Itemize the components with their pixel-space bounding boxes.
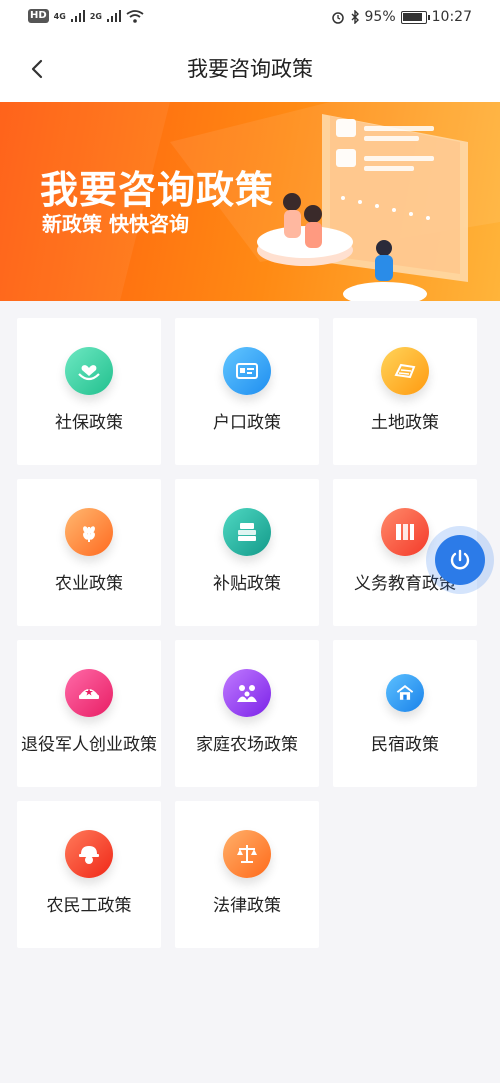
books-icon: [381, 508, 429, 556]
policy-label: 退役军人创业政策: [21, 735, 157, 755]
policy-card-family-farm[interactable]: 家庭农场政策: [175, 640, 319, 787]
military-cap-icon: [65, 669, 113, 717]
policy-card-social-security[interactable]: 社保政策: [17, 318, 161, 465]
helmet-worker-icon: [65, 830, 113, 878]
wifi-icon: [126, 9, 144, 23]
policy-card-legal[interactable]: 法律政策: [175, 801, 319, 948]
alarm-icon: [331, 12, 344, 24]
clock-time: 10:27: [431, 9, 472, 25]
power-icon: [450, 549, 470, 570]
floating-power-button-inner[interactable]: [435, 535, 485, 585]
floating-power-button[interactable]: [426, 526, 494, 594]
hero-banner: 我要咨询政策 新政策 快快咨询: [0, 102, 500, 301]
policy-label: 补贴政策: [213, 574, 281, 594]
policy-card-subsidy[interactable]: 补贴政策: [175, 479, 319, 626]
bluetooth-icon: [351, 10, 359, 24]
nav-bar: 我要咨询政策: [0, 36, 500, 102]
scales-icon: [223, 830, 271, 878]
policy-card-household[interactable]: 户口政策: [175, 318, 319, 465]
land-icon: [381, 347, 429, 395]
banner-subtitle: 新政策 快快咨询: [42, 212, 189, 236]
id-card-icon: [223, 347, 271, 395]
policy-card-agriculture[interactable]: 农业政策: [17, 479, 161, 626]
policy-label: 农民工政策: [46, 896, 132, 916]
policy-card-homestay[interactable]: 民宿政策: [333, 640, 477, 787]
policy-label: 家庭农场政策: [196, 735, 298, 755]
wheat-icon: [65, 508, 113, 556]
battery-icon: [400, 10, 430, 24]
page-title: 我要咨询政策: [187, 57, 313, 81]
network-2g-label: 2G: [89, 11, 102, 21]
policy-label: 法律政策: [213, 896, 281, 916]
status-right: 95% 10:27: [331, 9, 472, 25]
money-stack-icon: [223, 508, 271, 556]
policy-label: 民宿政策: [371, 735, 439, 755]
banner-title: 我要咨询政策: [40, 167, 275, 212]
status-left: HD 4G 2G: [28, 9, 144, 23]
battery-percent: 95%: [364, 9, 396, 25]
signal-icon-2: [106, 10, 121, 22]
hd-badge: HD: [28, 9, 49, 23]
policy-card-migrant-worker[interactable]: 农民工政策: [17, 801, 161, 948]
policy-label: 户口政策: [213, 413, 281, 433]
signal-icon: [70, 10, 85, 22]
policy-label: 土地政策: [371, 413, 439, 433]
house-icon: [386, 674, 424, 712]
status-bar: HD 4G 2G 95% 10:27: [0, 0, 500, 36]
policy-label: 社保政策: [55, 413, 123, 433]
policy-label: 农业政策: [55, 574, 123, 594]
policy-card-land[interactable]: 土地政策: [333, 318, 477, 465]
family-icon: [223, 669, 271, 717]
policy-card-veteran[interactable]: 退役军人创业政策: [17, 640, 161, 787]
network-4g-label: 4G: [53, 11, 66, 21]
heart-hands-icon: [65, 347, 113, 395]
